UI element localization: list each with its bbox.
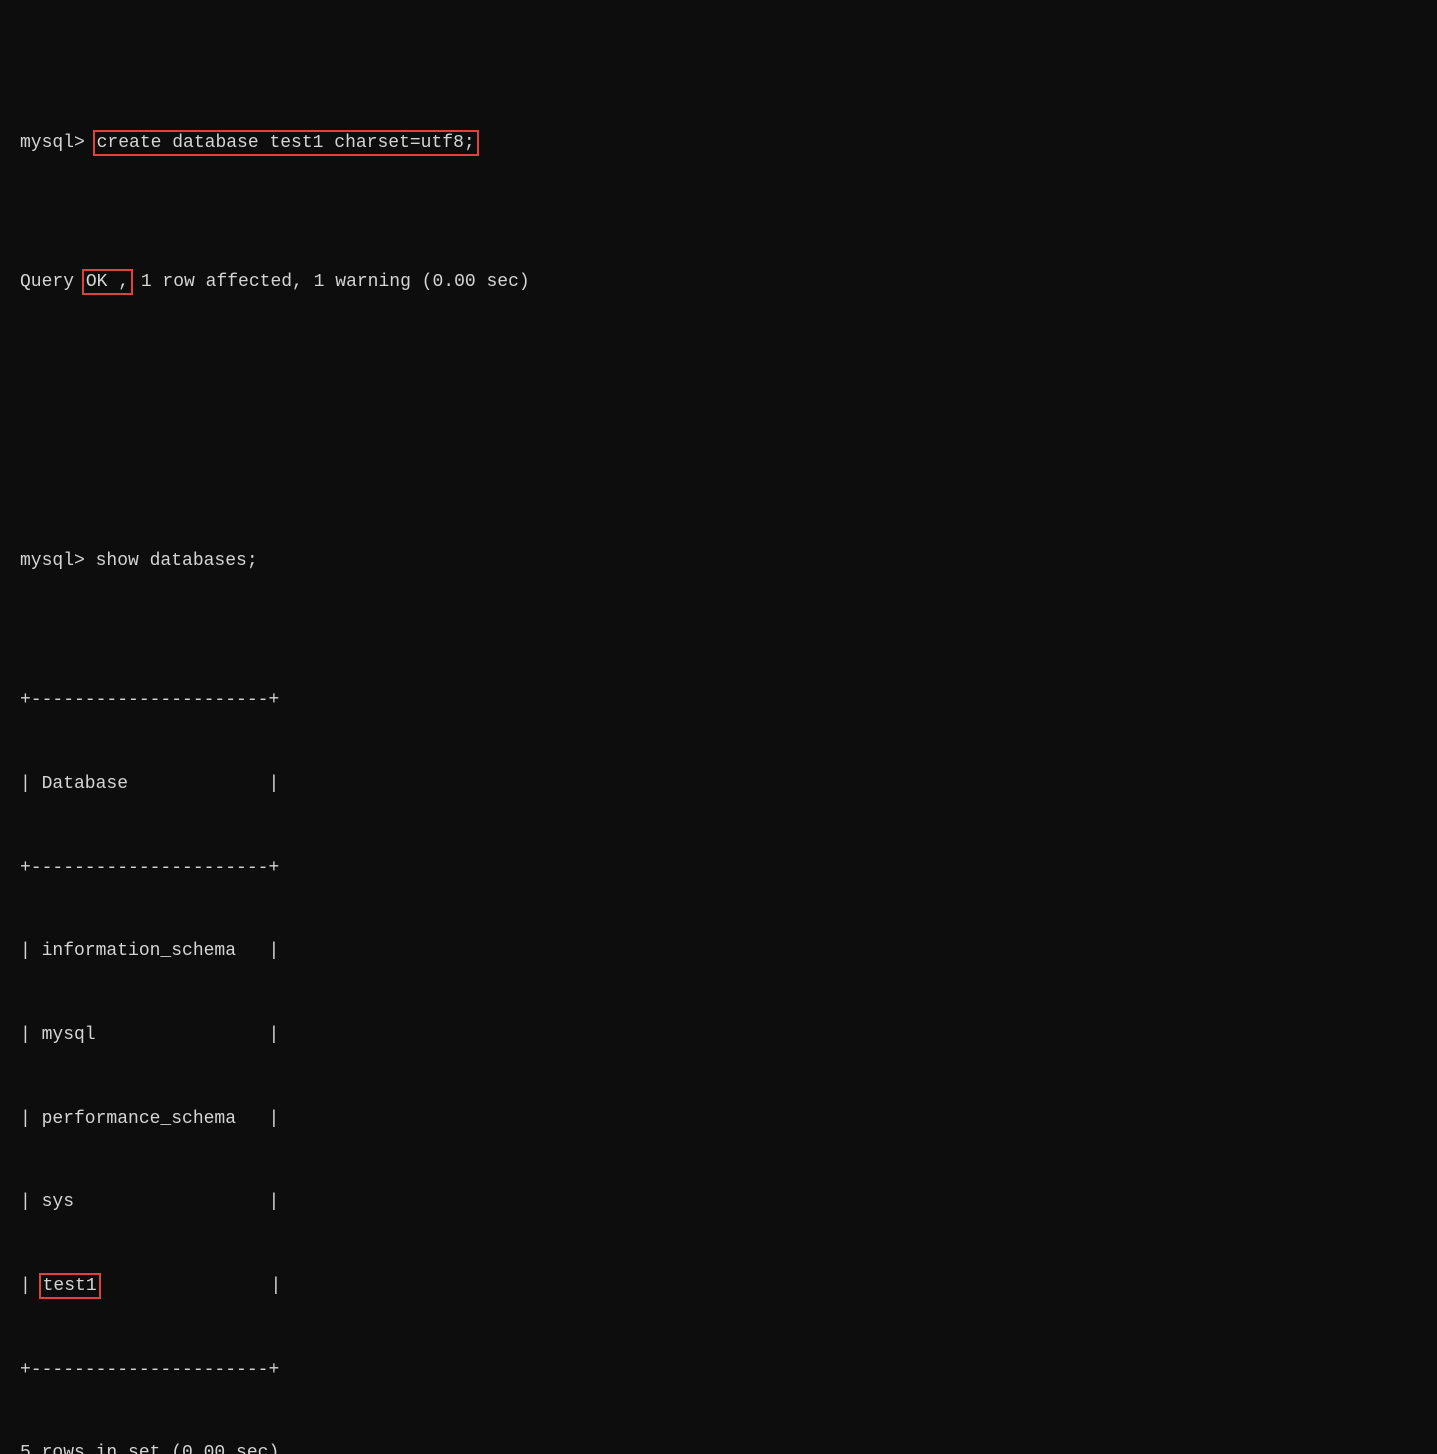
cmd1-result-line: Query OK , 1 row affected, 1 warning (0.… — [20, 269, 1417, 297]
query-ok-text: Query — [20, 272, 85, 292]
terminal-output: mysql> create database test1 charset=utf… — [20, 18, 1417, 1454]
test1-highlight: test1 — [42, 1276, 98, 1296]
table1-row5: | test1 | — [20, 1273, 1417, 1301]
cmd2-line: mysql> show databases; — [20, 548, 1417, 576]
table1-sep1: +----------------------+ — [20, 687, 1417, 715]
cmd1-prompt: mysql> — [20, 133, 96, 153]
table1-row2: | mysql | — [20, 1022, 1417, 1050]
table1-sep2: +----------------------+ — [20, 855, 1417, 883]
cmd1-code-highlight: create database test1 charset=utf8; — [96, 133, 476, 153]
table1-row4: | sys | — [20, 1189, 1417, 1217]
table1-row3: | performance_schema | — [20, 1106, 1417, 1134]
cmd2-result: 5 rows in set (0.00 sec) — [20, 1440, 1417, 1454]
query-ok-rest: 1 row affected, 1 warning (0.00 sec) — [130, 272, 530, 292]
table1-sep3: +----------------------+ — [20, 1357, 1417, 1385]
table1-header: | Database | — [20, 771, 1417, 799]
blank-line-1 — [20, 408, 1417, 436]
cmd1-line: mysql> create database test1 charset=utf… — [20, 130, 1417, 158]
cmd2-prompt: mysql> show databases; — [20, 551, 258, 571]
query-ok-highlight: OK , — [85, 272, 130, 292]
table1-row1: | information_schema | — [20, 938, 1417, 966]
